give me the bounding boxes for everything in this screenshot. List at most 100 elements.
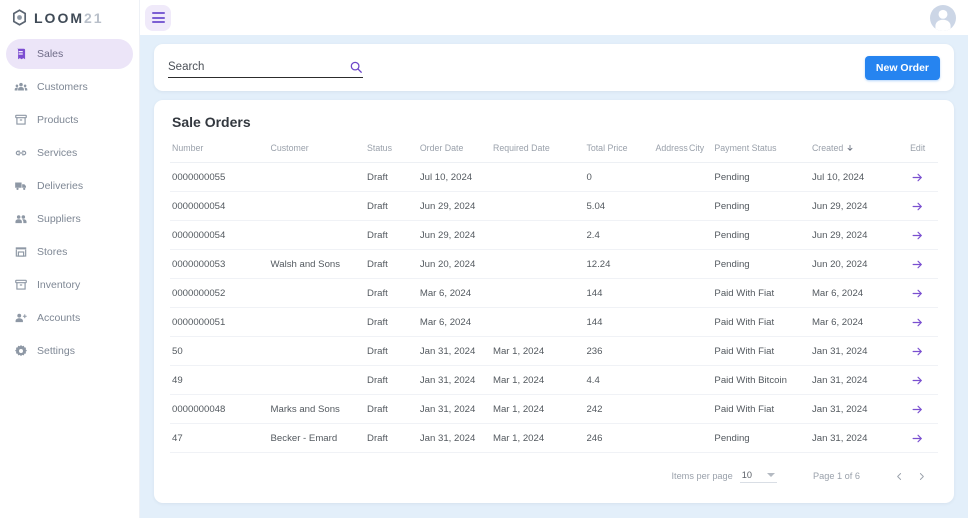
table-row[interactable]: 0000000055 Draft Jul 10, 2024 0 Pending Jul 1…	[170, 163, 938, 192]
cell-payment-status: Paid With Fiat	[714, 316, 775, 328]
table-row[interactable]: 0000000048 Marks and Sons Draft Jan 31, 202…	[170, 395, 938, 424]
search-input[interactable]	[168, 61, 363, 78]
cell-status: Draft	[367, 432, 388, 444]
go-arrow-icon[interactable]	[911, 345, 924, 358]
brand-logo[interactable]: LOOM21	[0, 0, 139, 35]
table-row[interactable]: 0000000054 Draft Jun 29, 2024 2.4 Pending Jun…	[170, 221, 938, 250]
cell-customer: Becker - Emard	[270, 432, 338, 444]
main-area: New Order Sale Orders Number Customer St…	[140, 0, 968, 518]
sidebar-item-label: Customers	[37, 81, 88, 93]
go-arrow-icon[interactable]	[911, 432, 924, 445]
table-row[interactable]: 49 Draft Jan 31, 2024 Mar 1, 2024 4.4 Paid Wi…	[170, 366, 938, 395]
sidebar-item-stores[interactable]: Stores	[6, 237, 133, 267]
column-header-payment-status[interactable]: Payment Status	[712, 143, 810, 163]
items-per-page-label: Items per page	[671, 471, 733, 481]
go-arrow-icon[interactable]	[911, 200, 924, 213]
sidebar-item-services[interactable]: Services	[6, 138, 133, 168]
cell-edit[interactable]	[897, 337, 938, 366]
column-header-number[interactable]: Number	[170, 143, 269, 163]
cell-payment-status: Paid With Fiat	[714, 345, 775, 357]
cell-required-date: Mar 1, 2024	[492, 374, 545, 386]
go-arrow-icon[interactable]	[911, 258, 924, 271]
cell-city	[687, 163, 712, 192]
previous-page-button[interactable]	[888, 465, 910, 487]
cell-edit[interactable]	[897, 192, 938, 221]
go-arrow-icon[interactable]	[911, 374, 924, 387]
sidebar-item-label: Services	[37, 147, 78, 159]
cell-address	[654, 192, 688, 221]
cell-edit[interactable]	[897, 366, 938, 395]
cell-order-date: Mar 6, 2024	[419, 287, 472, 299]
products-icon	[15, 114, 27, 125]
cell-payment-status: Paid With Bitcoin	[714, 374, 787, 386]
sidebar-item-products[interactable]: Products	[6, 105, 133, 135]
cell-edit[interactable]	[897, 250, 938, 279]
table-row[interactable]: 0000000053 Walsh and Sons Draft Jun 20, 202…	[170, 250, 938, 279]
go-arrow-icon[interactable]	[911, 171, 924, 184]
cell-edit[interactable]	[897, 221, 938, 250]
user-avatar-icon[interactable]	[930, 4, 956, 31]
cell-status: Draft	[367, 316, 388, 328]
table-row[interactable]: 0000000054 Draft Jun 29, 2024 5.04 Pending Ju…	[170, 192, 938, 221]
column-header-customer[interactable]: Customer	[269, 143, 366, 163]
app-root: LOOM21 Sales Customers Products Services	[0, 0, 968, 518]
sort-descending-icon	[847, 144, 853, 151]
sidebar-item-deliveries[interactable]: Deliveries	[6, 171, 133, 201]
sales-icon	[16, 48, 26, 60]
sidebar-item-label: Suppliers	[37, 213, 81, 225]
cell-address	[654, 424, 688, 453]
cell-order-date: Jun 20, 2024	[419, 258, 476, 270]
column-header-address[interactable]: Address	[654, 143, 688, 163]
sidebar-item-label: Sales	[37, 48, 64, 60]
column-header-total-price[interactable]: Total Price	[584, 143, 653, 163]
hamburger-icon[interactable]	[145, 4, 171, 31]
cell-customer: Marks and Sons	[270, 403, 340, 415]
next-page-button[interactable]	[910, 465, 932, 487]
cell-edit[interactable]	[897, 395, 938, 424]
go-arrow-icon[interactable]	[911, 229, 924, 242]
column-header-created[interactable]: Created	[810, 143, 897, 163]
cell-created: Jun 29, 2024	[811, 200, 868, 212]
cell-payment-status: Paid With Fiat	[714, 287, 775, 299]
sidebar-item-settings[interactable]: Settings	[6, 336, 133, 366]
table-body: 0000000055 Draft Jul 10, 2024 0 Pending Jul 1…	[170, 163, 938, 453]
items-per-page-select[interactable]: 10	[739, 470, 777, 483]
table-row[interactable]: 0000000052 Draft Mar 6, 2024 144 Paid With F…	[170, 279, 938, 308]
cell-payment-status: Pending	[714, 229, 750, 241]
column-header-status[interactable]: Status	[365, 143, 418, 163]
cell-edit[interactable]	[897, 279, 938, 308]
cell-edit[interactable]	[897, 308, 938, 337]
sidebar-item-sales[interactable]: Sales	[6, 39, 133, 69]
cell-required-date	[491, 279, 584, 308]
cell-order-date: Jul 10, 2024	[419, 171, 473, 183]
cell-customer	[269, 279, 366, 308]
new-order-button[interactable]: New Order	[864, 55, 940, 80]
cell-number: 0000000055	[172, 171, 226, 183]
sidebar-item-accounts[interactable]: Accounts	[6, 303, 133, 333]
cell-edit[interactable]	[897, 163, 938, 192]
go-arrow-icon[interactable]	[911, 403, 924, 416]
table-row[interactable]: 0000000051 Draft Mar 6, 2024 144 Paid With F…	[170, 308, 938, 337]
go-arrow-icon[interactable]	[911, 287, 924, 300]
column-header-required-date[interactable]: Required Date	[491, 143, 584, 163]
column-header-city[interactable]: City	[687, 143, 712, 163]
cell-address	[654, 366, 688, 395]
sidebar-item-inventory[interactable]: Inventory	[6, 270, 133, 300]
cell-total-price: 5.04	[586, 200, 606, 212]
table-row[interactable]: 47 Becker - Emard Draft Jan 31, 2024 Mar 1, …	[170, 424, 938, 453]
sidebar-item-suppliers[interactable]: Suppliers	[6, 204, 133, 234]
column-header-edit: Edit	[910, 143, 926, 153]
column-header-order-date[interactable]: Order Date	[418, 143, 491, 163]
cell-created: Jun 20, 2024	[811, 258, 868, 270]
go-arrow-icon[interactable]	[911, 316, 924, 329]
cell-number: 0000000053	[172, 258, 226, 270]
cell-order-date: Jan 31, 2024	[419, 403, 476, 415]
cell-total-price: 12.24	[586, 258, 611, 270]
cell-status: Draft	[367, 374, 388, 386]
cell-edit[interactable]	[897, 424, 938, 453]
cell-created: Jan 31, 2024	[811, 345, 868, 357]
loom-logo-icon	[12, 9, 27, 26]
table-row[interactable]: 50 Draft Jan 31, 2024 Mar 1, 2024 236 Paid Wi…	[170, 337, 938, 366]
search-icon[interactable]	[349, 60, 363, 74]
sidebar-item-customers[interactable]: Customers	[6, 72, 133, 102]
